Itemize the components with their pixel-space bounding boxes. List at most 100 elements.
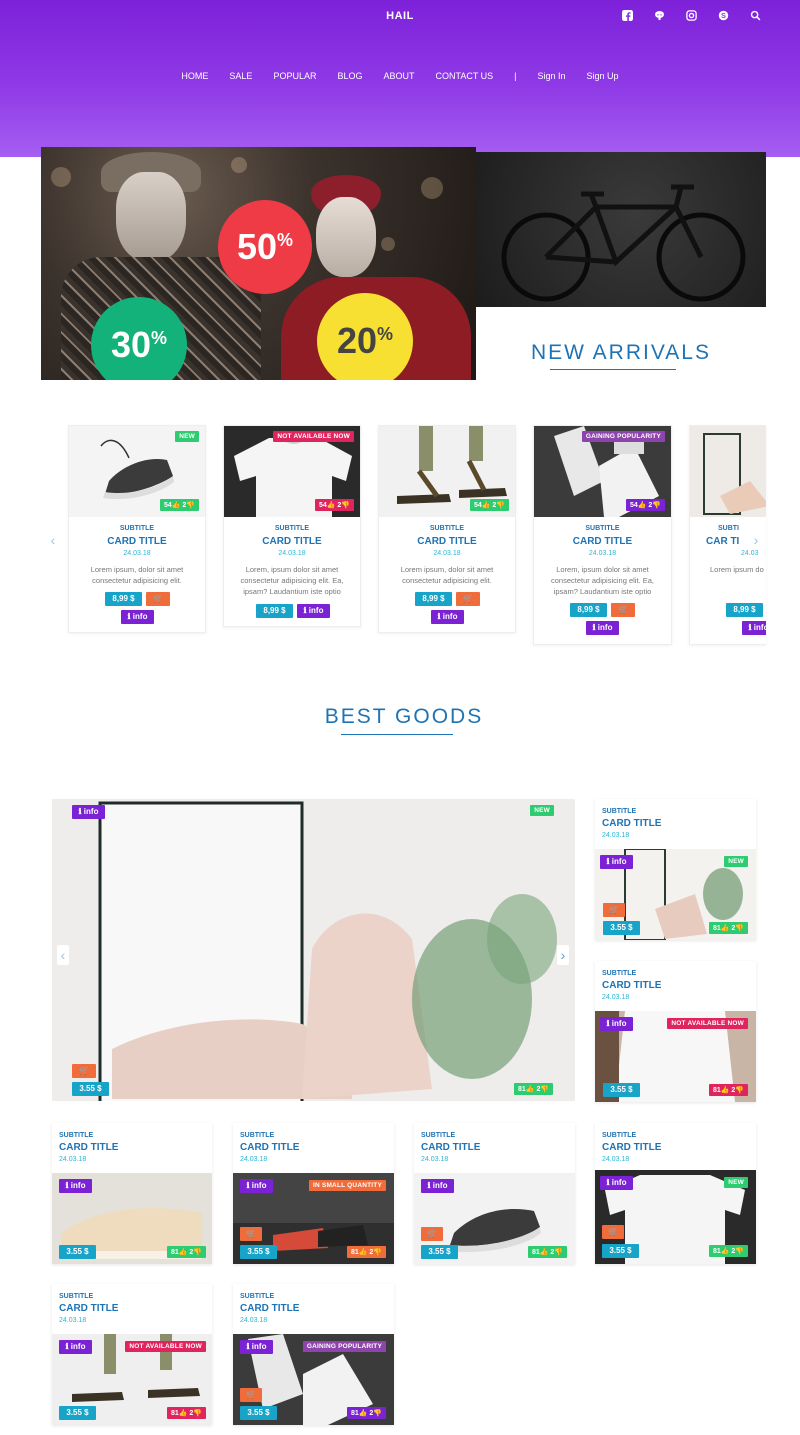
card-date: 24.03.18: [433, 550, 461, 557]
card-subtitle: SUBTI: [718, 525, 739, 532]
cart-button[interactable]: 🛒: [72, 1064, 96, 1078]
github-icon[interactable]: [653, 9, 666, 22]
card-subtitle: SUBTITLE: [429, 525, 465, 532]
cart-button[interactable]: 🛒: [603, 903, 625, 917]
price-button[interactable]: 3.55 $: [603, 921, 640, 935]
card-subtitle: SUBTITLE: [240, 1293, 275, 1300]
svg-text:S: S: [721, 12, 726, 20]
card-subtitle: SUBTITLE: [421, 1132, 456, 1139]
card-title[interactable]: CAR TI: [706, 536, 739, 547]
nav-blog[interactable]: BLOG: [337, 71, 362, 81]
info-button[interactable]: ℹ info: [742, 621, 766, 635]
info-button[interactable]: ℹ info: [421, 1179, 454, 1193]
info-button[interactable]: ℹ info: [121, 610, 154, 624]
price-button[interactable]: 3.55 $: [240, 1406, 277, 1420]
slider-prev-icon[interactable]: ‹: [57, 945, 69, 965]
card-text: Lorem ipsum do consectetur adi: [710, 565, 766, 574]
price-button[interactable]: 8,99 $: [105, 592, 142, 606]
skype-icon[interactable]: S: [717, 9, 730, 22]
cart-button[interactable]: 🛒: [240, 1388, 262, 1402]
carousel-prev-icon[interactable]: ‹: [47, 530, 59, 550]
info-button[interactable]: ℹ info: [59, 1179, 92, 1193]
card-subtitle: SUBTITLE: [240, 1132, 275, 1139]
price-button[interactable]: 3.55 $: [59, 1406, 96, 1420]
carousel-next-icon[interactable]: ›: [750, 530, 762, 550]
price-button[interactable]: 8,99 $: [415, 592, 452, 606]
price-button[interactable]: 8,99 $: [570, 603, 607, 617]
price-button[interactable]: 3.55 $: [59, 1245, 96, 1259]
card-title[interactable]: CARD TITLE: [379, 536, 515, 547]
info-button[interactable]: ℹ info: [600, 1176, 633, 1190]
nav-contact-us[interactable]: CONTACT US: [435, 71, 493, 81]
card-date: 24.03.18: [240, 1317, 268, 1324]
card-date: 24.03.18: [59, 1156, 87, 1163]
card-title[interactable]: CARD TITLE: [534, 536, 671, 547]
status-badge: GAINING POPULARITY: [302, 1341, 386, 1352]
info-button[interactable]: ℹ info: [431, 610, 464, 624]
card-title[interactable]: CARD TITLE: [602, 980, 749, 991]
card-title[interactable]: CARD TITLE: [69, 536, 205, 547]
info-button[interactable]: ℹ info: [59, 1340, 92, 1354]
card-date: 24.03.18: [240, 1156, 268, 1163]
info-button[interactable]: ℹ info: [600, 855, 633, 869]
card-title[interactable]: CARD TITLE: [240, 1303, 387, 1314]
nav-divider: |: [514, 71, 517, 81]
card-title[interactable]: CARD TITLE: [602, 818, 749, 829]
cart-button[interactable]: 🛒: [611, 603, 635, 617]
nav-home[interactable]: HOME: [181, 71, 208, 81]
card-title[interactable]: CARD TITLE: [240, 1142, 387, 1153]
price-button[interactable]: 3.55 $: [421, 1245, 458, 1259]
cart-button[interactable]: 🛒: [240, 1227, 262, 1241]
cart-button[interactable]: 🛒: [602, 1225, 624, 1239]
price-button[interactable]: 8,99 $: [726, 603, 763, 617]
cart-button[interactable]: 🛒: [456, 592, 480, 606]
bike-banner[interactable]: [476, 152, 766, 307]
cart-button[interactable]: 🛒: [146, 592, 170, 606]
card-subtitle: SUBTITLE: [602, 970, 637, 977]
price-button[interactable]: 8,99 $: [256, 604, 293, 618]
likes-badge: 54👍 2👎: [625, 499, 665, 511]
card-title[interactable]: CARD TITLE: [224, 536, 360, 547]
search-icon[interactable]: [749, 9, 762, 22]
price-button[interactable]: 3.55 $: [602, 1244, 639, 1258]
likes-badge: 54👍 2👎: [314, 499, 354, 511]
nav-sign-up[interactable]: Sign Up: [587, 71, 619, 81]
hero-sale-banner[interactable]: 50% 30% 20%: [41, 147, 476, 380]
likes-badge: 81👍 2👎: [708, 922, 748, 934]
card-text: Lorem, ipsum dolor sit amet consectetur …: [551, 565, 654, 596]
info-button[interactable]: ℹ info: [297, 604, 330, 618]
price-button[interactable]: 3.55 $: [72, 1082, 109, 1096]
nav-sale[interactable]: SALE: [229, 71, 252, 81]
cart-button[interactable]: 🛒: [421, 1227, 443, 1241]
card-title[interactable]: CARD TITLE: [59, 1303, 205, 1314]
info-button[interactable]: ℹ info: [240, 1340, 273, 1354]
card-title[interactable]: CARD TITLE: [602, 1142, 749, 1153]
price-button[interactable]: 3.55 $: [603, 1083, 640, 1097]
discount-20-badge: 20%: [317, 293, 413, 380]
card-date: 24.03.18: [602, 994, 630, 1001]
status-badge: NEW: [530, 805, 554, 816]
product-card: SUBTITLE CARD TITLE 24.03.18 ℹ info 3.55 $…: [52, 1123, 212, 1264]
price-button[interactable]: 3.55 $: [240, 1245, 277, 1259]
nav-about[interactable]: ABOUT: [383, 71, 414, 81]
social-links: S: [621, 9, 762, 22]
facebook-icon[interactable]: [621, 9, 634, 22]
main-nav: HOME SALE POPULAR BLOG ABOUT CONTACT US …: [0, 71, 800, 81]
card-text: Lorem ipsum, dolor sit amet consectetur …: [400, 565, 494, 585]
instagram-icon[interactable]: [685, 9, 698, 22]
card-title[interactable]: CARD TITLE: [59, 1142, 205, 1153]
slider-next-icon[interactable]: ›: [557, 945, 569, 965]
card-subtitle: SUBTITLE: [119, 525, 155, 532]
likes-badge: 81👍 2👎: [514, 1083, 554, 1095]
card-text: Lorem, ipsum dolor sit amet consectetur …: [240, 565, 344, 596]
info-button[interactable]: ℹ info: [72, 805, 105, 819]
card-title[interactable]: CARD TITLE: [421, 1142, 568, 1153]
likes-badge: 54👍 2👎: [469, 499, 509, 511]
info-button[interactable]: ℹ info: [586, 621, 619, 635]
card-date: 24.03.18: [278, 550, 306, 557]
nav-popular[interactable]: POPULAR: [273, 71, 316, 81]
nav-sign-in[interactable]: Sign In: [538, 71, 566, 81]
info-button[interactable]: ℹ info: [240, 1179, 273, 1193]
featured-product[interactable]: ℹ info NEW ‹ › 🛒 3.55 $ 81👍 2👎: [52, 799, 575, 1101]
info-button[interactable]: ℹ info: [600, 1017, 633, 1031]
